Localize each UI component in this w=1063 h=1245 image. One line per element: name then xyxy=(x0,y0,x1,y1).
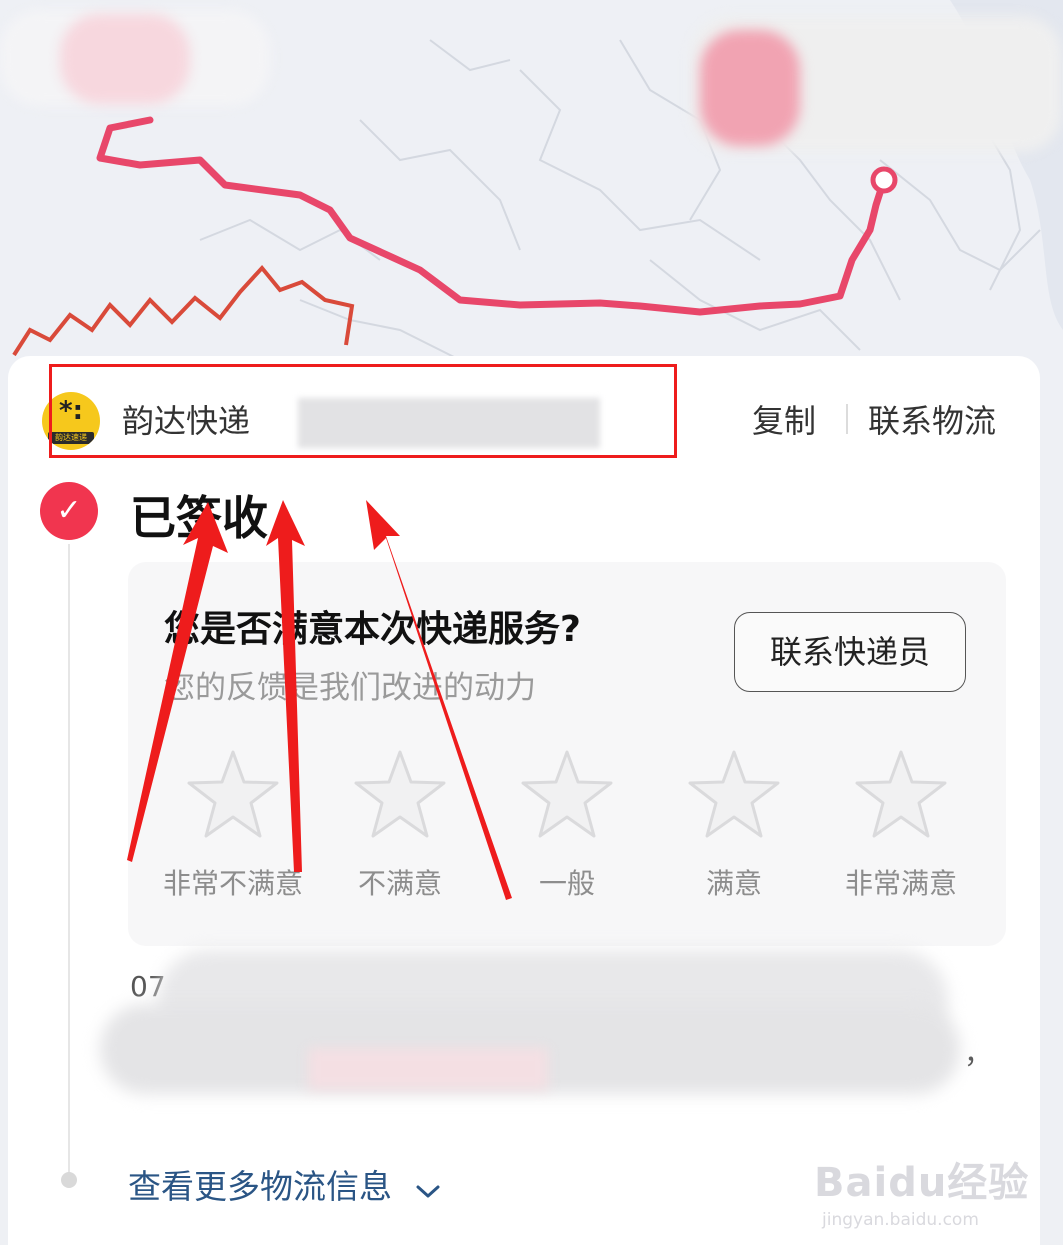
timeline-line xyxy=(68,544,70,1180)
rating-label: 非常不满意 xyxy=(162,867,303,900)
star-outline-icon xyxy=(688,750,780,838)
rating-very-dissatisfied[interactable]: 非常不满意 xyxy=(150,748,316,902)
rating-dissatisfied[interactable]: 不满意 xyxy=(317,748,483,902)
rating-label: 一般 xyxy=(538,867,595,900)
header-divider xyxy=(846,404,848,434)
status-title: 已签收 xyxy=(130,491,268,545)
tracking-card: *: 韵达速递 韵达快递 复制 联系物流 ✓ 已签收 您是否满意本次快递服务? … xyxy=(8,356,1040,1245)
rating-label: 不满意 xyxy=(357,867,442,900)
contact-courier-button[interactable]: 联系快递员 xyxy=(734,612,966,692)
watermark-brand: Baidu经验 xyxy=(814,1160,1030,1206)
view-more-logistics-link[interactable]: 查看更多物流信息 xyxy=(128,1160,441,1208)
destination-label-pink xyxy=(700,30,800,146)
contact-logistics-button[interactable]: 联系物流 xyxy=(868,396,996,442)
star-outline-icon xyxy=(855,750,947,838)
delivery-detail-fragment-end: ， xyxy=(964,1037,993,1070)
star-outline-icon xyxy=(187,750,279,838)
phone-number-blurred[interactable] xyxy=(308,1048,548,1090)
copy-button[interactable]: 复制 xyxy=(752,396,816,442)
rating-label: 满意 xyxy=(705,867,762,900)
star-outline-icon xyxy=(354,750,446,838)
rating-neutral[interactable]: 一般 xyxy=(484,748,650,902)
annotation-highlight-box xyxy=(49,364,677,458)
feedback-panel: 您是否满意本次快递服务? 您的反馈是我们改进的动力 联系快递员 非常不满意 不满… xyxy=(128,562,1006,946)
rating-label: 非常满意 xyxy=(844,867,957,900)
star-outline-icon xyxy=(521,750,613,838)
timeline-end-dot xyxy=(61,1172,77,1188)
signed-check-icon: ✓ xyxy=(40,482,98,540)
chevron-down-icon xyxy=(415,1169,441,1208)
route-end-marker[interactable] xyxy=(870,166,898,194)
feedback-question: 您是否满意本次快递服务? xyxy=(164,609,581,650)
watermark-url: jingyan.baidu.com xyxy=(822,1210,979,1230)
feedback-subtitle: 您的反馈是我们改进的动力 xyxy=(164,670,536,706)
rating-very-satisfied[interactable]: 非常满意 xyxy=(818,748,984,902)
baidu-jingyan-watermark: Baidu经验 jingyan.baidu.com xyxy=(814,1150,1029,1230)
rating-satisfied[interactable]: 满意 xyxy=(651,748,817,902)
view-more-label: 查看更多物流信息 xyxy=(128,1167,392,1206)
origin-label-pink xyxy=(60,14,190,104)
